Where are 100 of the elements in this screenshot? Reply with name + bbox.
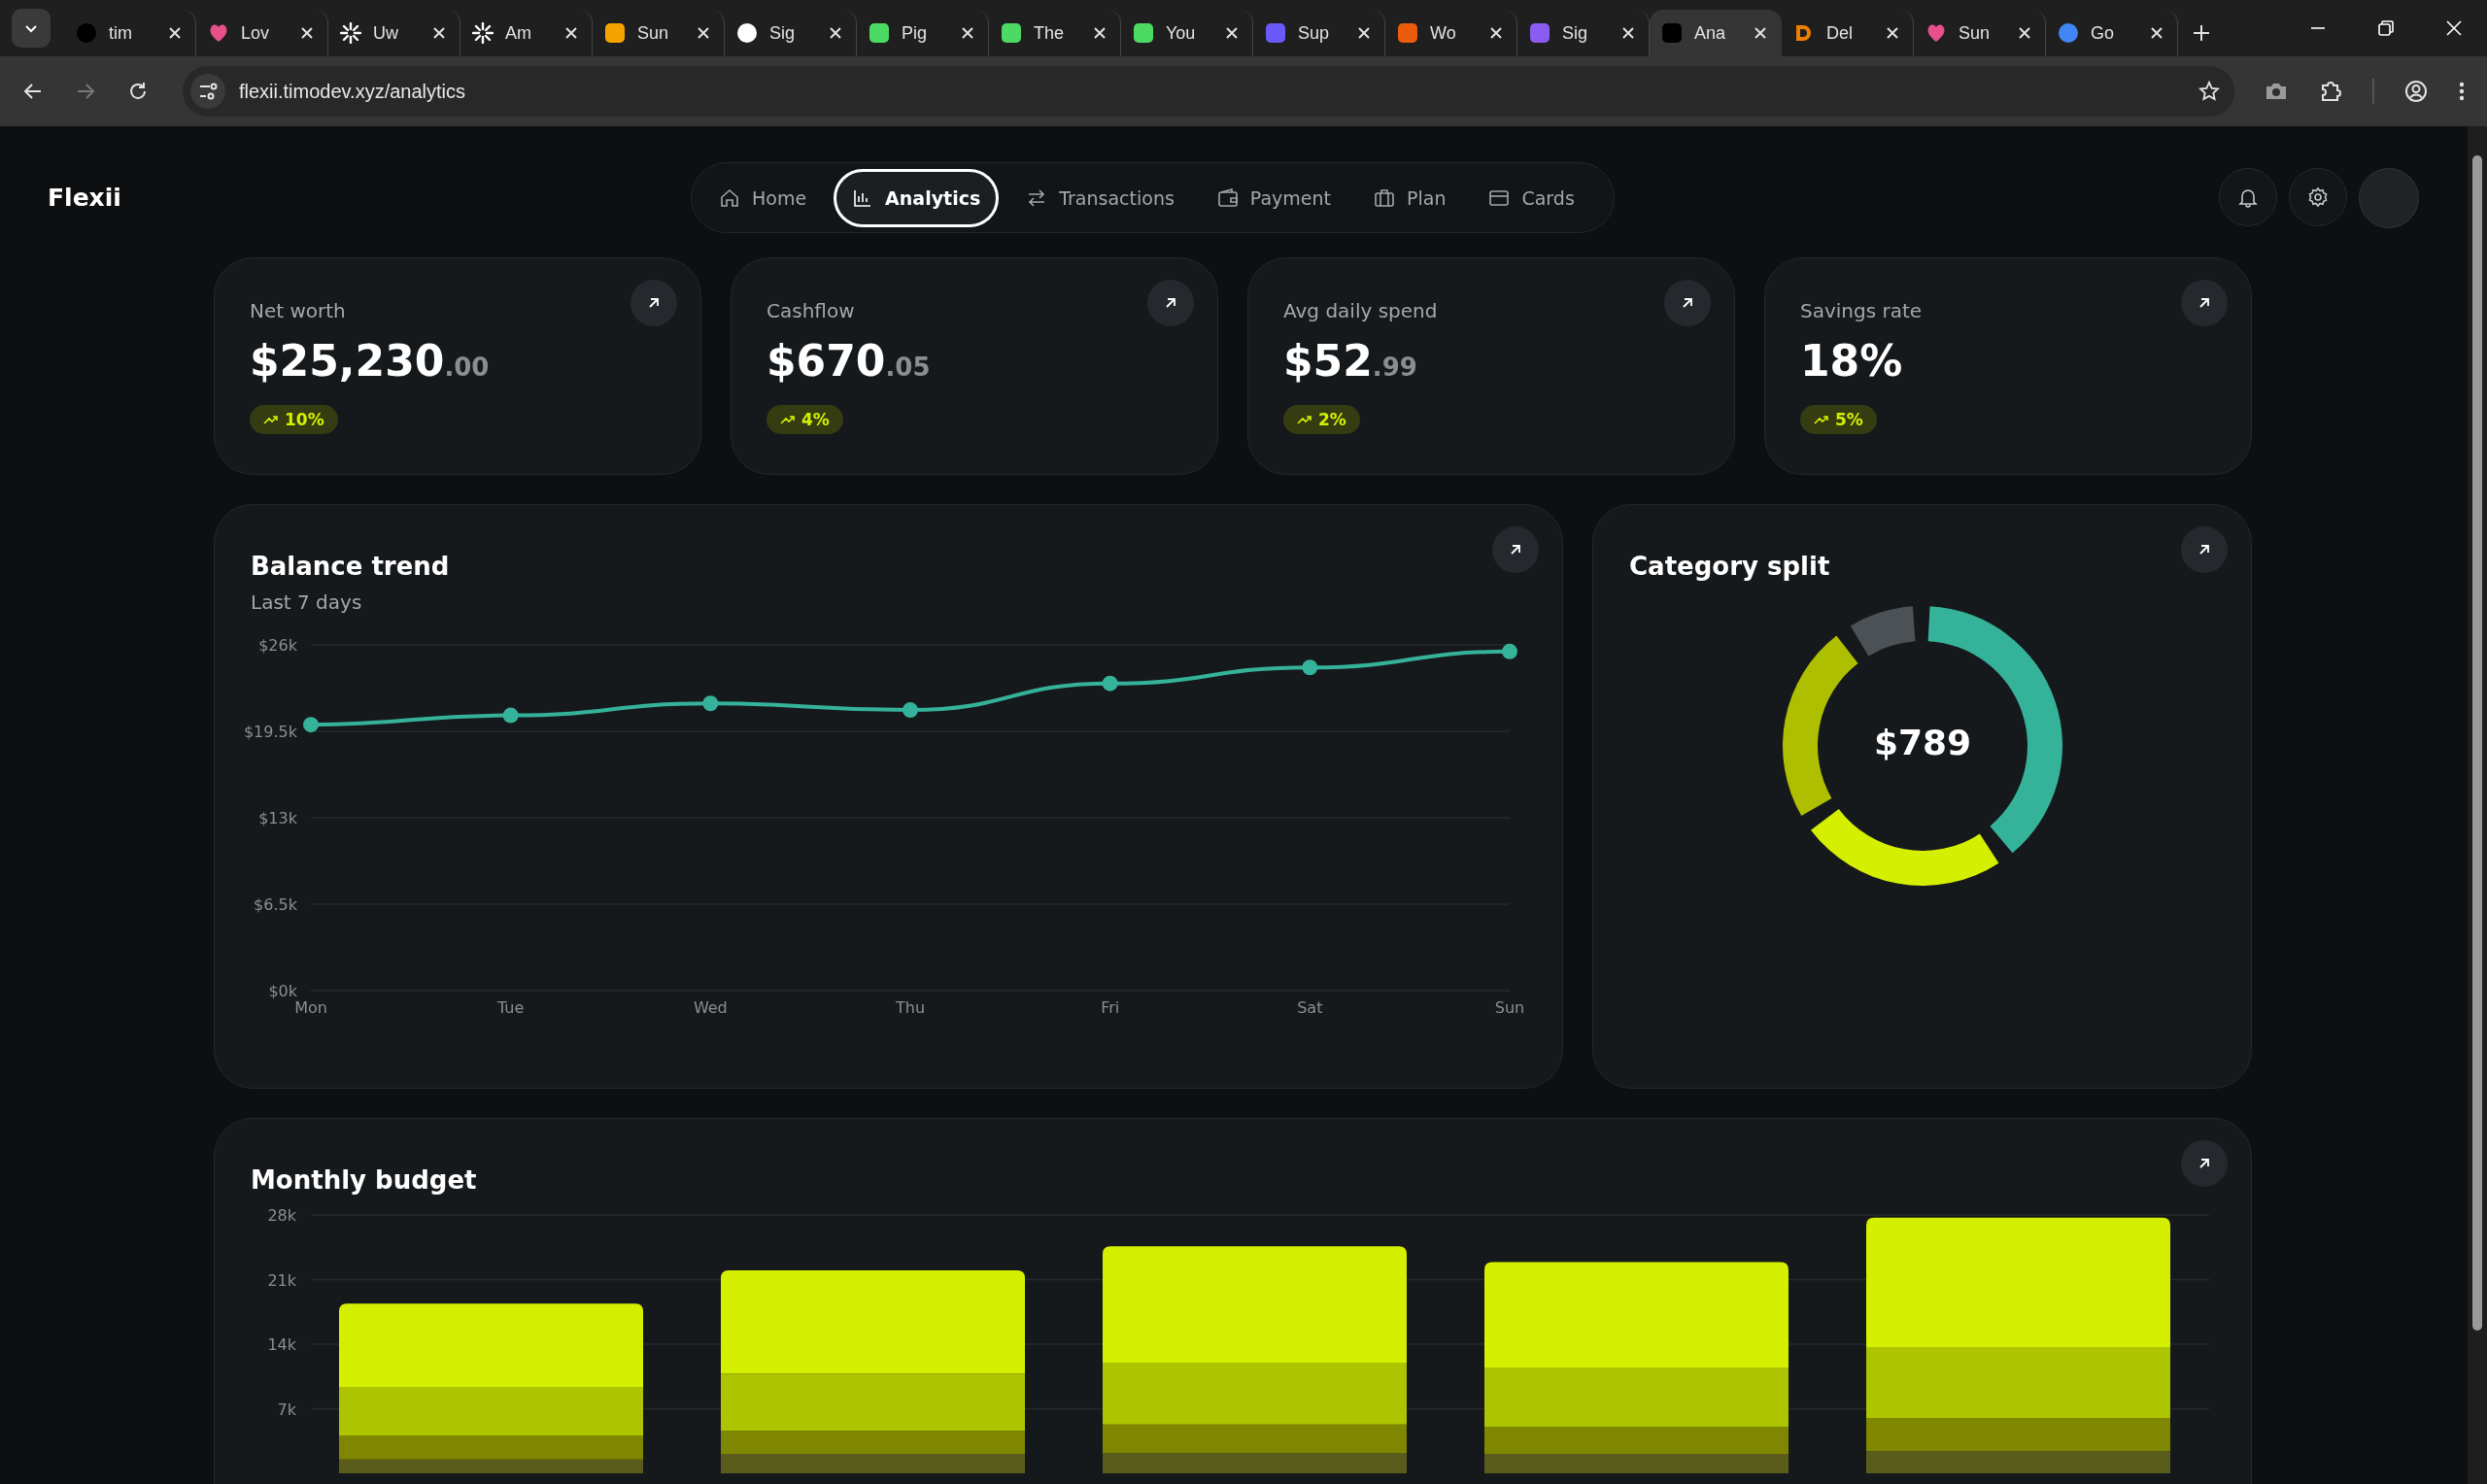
- axis-label: $0k: [268, 982, 297, 1000]
- stat-cents: .00: [444, 353, 490, 382]
- settings-icon: [2307, 186, 2329, 208]
- close-icon[interactable]: [1489, 26, 1503, 40]
- axis-label: Mon: [294, 998, 327, 1017]
- close-icon[interactable]: [1621, 26, 1635, 40]
- expand-button[interactable]: [2181, 1140, 2228, 1187]
- axis-label: $19.5k: [243, 723, 297, 741]
- close-icon[interactable]: [1886, 26, 1899, 40]
- trend-up-icon: [780, 414, 796, 425]
- close-icon[interactable]: [1357, 26, 1371, 40]
- tab-title: Pig: [902, 22, 928, 44]
- axis-label: Tue: [497, 998, 525, 1017]
- stat-cents: .05: [885, 353, 931, 382]
- nav-item[interactable]: Home: [703, 168, 823, 227]
- close-icon[interactable]: [1754, 26, 1767, 40]
- tab-title: Go: [2091, 22, 2115, 44]
- tab-title: Sig: [769, 22, 796, 44]
- new-tab-icon[interactable]: [2192, 23, 2211, 43]
- trend-up-icon: [1814, 414, 1829, 425]
- stat-value: 18%: [1800, 336, 1903, 386]
- profile-icon[interactable]: [2403, 79, 2429, 104]
- close-icon[interactable]: [697, 26, 710, 40]
- expand-button[interactable]: [1147, 280, 1194, 326]
- axis-label: Sun: [1494, 998, 1525, 1017]
- close-icon[interactable]: [829, 26, 842, 40]
- stat-label: Savings rate: [1800, 299, 1923, 322]
- card-title: Balance trend: [251, 552, 450, 581]
- expand-button[interactable]: [1492, 526, 1539, 573]
- axis-label: 14k: [267, 1335, 296, 1354]
- change-badge: 10%: [250, 405, 338, 434]
- expand-button[interactable]: [2181, 526, 2228, 573]
- close-icon[interactable]: [432, 26, 446, 40]
- trend-up-icon: [263, 414, 279, 425]
- scrollbar[interactable]: [2468, 126, 2487, 1484]
- close-icon[interactable]: [564, 26, 578, 40]
- scrollbar-thumb[interactable]: [2472, 155, 2482, 1331]
- expand-button[interactable]: [630, 280, 677, 326]
- axis-label: 28k: [267, 1206, 296, 1225]
- axis-label: $26k: [258, 636, 297, 655]
- card-title: Monthly budget: [251, 1165, 477, 1195]
- tab-title: Del: [1826, 22, 1854, 44]
- address-bar[interactable]: flexii.timodev.xyz/analytics: [183, 66, 2234, 117]
- close-icon[interactable]: [2444, 18, 2464, 38]
- tab-title: The: [1034, 22, 1066, 44]
- trend-up-icon: [1297, 414, 1312, 425]
- axis-label: Wed: [693, 998, 728, 1017]
- nav-item[interactable]: Transactions: [1010, 168, 1190, 227]
- change-badge: 2%: [1283, 405, 1360, 434]
- donut-total: $789: [1872, 723, 1973, 762]
- axis-label: $13k: [258, 809, 297, 827]
- nav-item[interactable]: Cards: [1473, 168, 1590, 227]
- expand-button[interactable]: [1664, 280, 1711, 326]
- url-text: flexii.timodev.xyz/analytics: [239, 80, 467, 103]
- axis-label: Thu: [895, 998, 926, 1017]
- tab-title: Sig: [1562, 22, 1588, 44]
- close-icon[interactable]: [300, 26, 314, 40]
- stat-value: $25,230: [250, 336, 445, 386]
- tab-title: Sun: [637, 22, 670, 44]
- axis-label: Fri: [1101, 998, 1120, 1017]
- close-icon[interactable]: [961, 26, 974, 40]
- briefcase-icon: [1374, 186, 1395, 209]
- axis-label: 21k: [267, 1270, 296, 1290]
- axis-label: 7k: [277, 1400, 296, 1419]
- logo[interactable]: Flexii: [48, 184, 691, 212]
- card-title: Category split: [1629, 552, 1830, 581]
- nav-item[interactable]: Plan: [1358, 168, 1462, 227]
- tab-title: Sup: [1298, 22, 1331, 44]
- site-settings-icon[interactable]: [190, 74, 225, 109]
- close-icon[interactable]: [1093, 26, 1107, 40]
- wallet-icon: [1216, 186, 1239, 209]
- tab-title: Wo: [1430, 22, 1457, 44]
- stat-value: $52: [1283, 336, 1373, 386]
- tab-title: Lov: [241, 22, 271, 44]
- star-icon[interactable]: [2197, 80, 2221, 103]
- close-icon[interactable]: [2150, 26, 2163, 40]
- expand-button[interactable]: [2181, 280, 2228, 326]
- nav-item[interactable]: Analytics: [834, 168, 1000, 227]
- change-badge: 4%: [767, 405, 843, 434]
- tab-title: tim: [109, 22, 133, 44]
- nav-item[interactable]: Payment: [1201, 168, 1346, 227]
- home-icon: [719, 186, 740, 209]
- restore-icon[interactable]: [2376, 18, 2396, 38]
- stat-cents: .99: [1372, 353, 1417, 382]
- close-icon[interactable]: [1225, 26, 1239, 40]
- stat-value: $670: [767, 336, 886, 386]
- axis-label: Sat: [1297, 998, 1323, 1017]
- axis-label: $6.5k: [254, 895, 297, 914]
- close-icon[interactable]: [2018, 26, 2031, 40]
- stat-label: Avg daily spend: [1283, 299, 1438, 322]
- stat-label: Cashflow: [767, 299, 855, 322]
- browser-tab[interactable]: Ana: [1650, 10, 1782, 56]
- change-badge: 5%: [1800, 405, 1877, 434]
- close-icon[interactable]: [168, 26, 182, 40]
- tab-title: Sun: [1959, 22, 1992, 44]
- stat-label: Net worth: [250, 299, 346, 322]
- tab-title: Ana: [1694, 22, 1727, 44]
- tab-title: Am: [505, 22, 532, 44]
- tab-title: Uw: [373, 22, 399, 44]
- card-subtitle: Last 7 days: [251, 590, 363, 614]
